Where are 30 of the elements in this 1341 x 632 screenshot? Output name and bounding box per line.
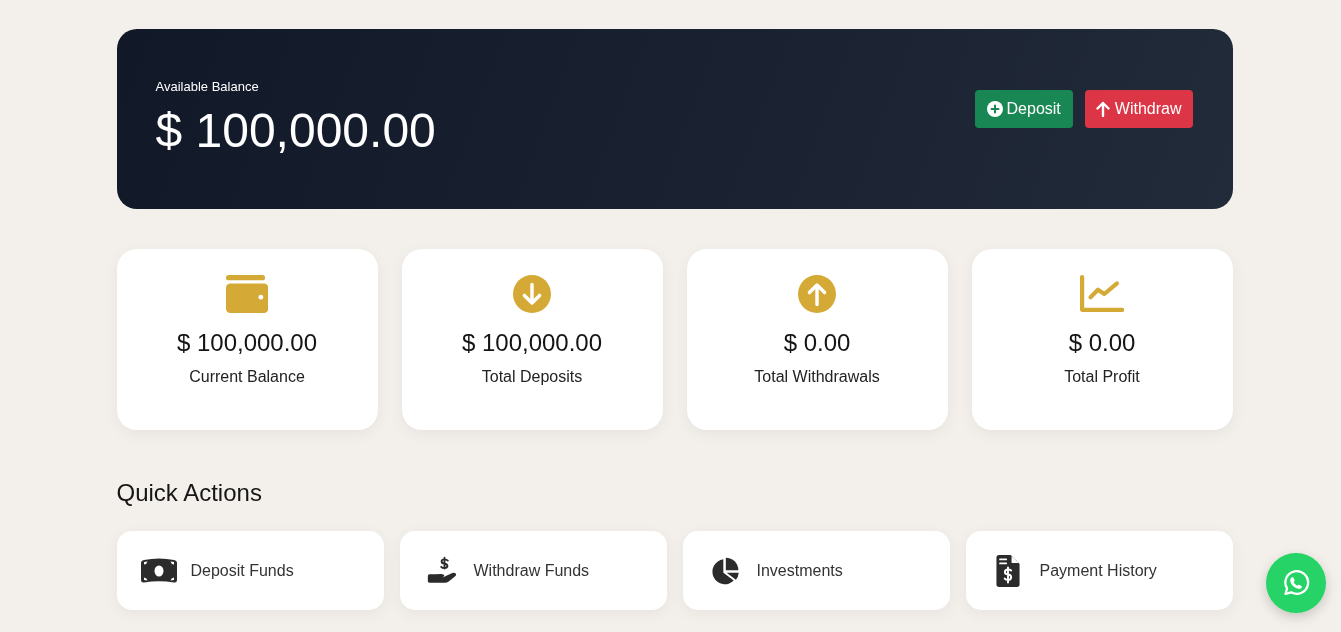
- down-arrow-circle-icon: [513, 275, 551, 313]
- line-chart-icon: [1079, 275, 1125, 313]
- stat-label: Current Balance: [189, 367, 305, 386]
- phone-bubble-icon: [1282, 569, 1310, 597]
- quick-action-label: Investments: [756, 561, 843, 580]
- stat-amount: $ 0.00: [783, 329, 851, 357]
- invoice-dollar-icon: [995, 554, 1020, 587]
- wallet-icon: [225, 275, 269, 313]
- section-title: Quick Actions: [116, 479, 263, 507]
- quick-action-label: Deposit Funds: [190, 561, 294, 580]
- quick-action-card[interactable]: Payment History: [965, 531, 1233, 610]
- withdraw-button[interactable]: Withdraw: [1084, 90, 1193, 128]
- chat-button[interactable]: [1266, 553, 1326, 613]
- quick-action-card[interactable]: Deposit Funds: [116, 531, 384, 610]
- balance-label: Available Balance: [155, 79, 260, 95]
- stat-label: Total Withdrawals: [754, 367, 880, 386]
- quick-action-label: Payment History: [1039, 561, 1157, 580]
- stat-label: Total Profit: [1064, 367, 1140, 386]
- balance-amount: $ 100,000.00: [155, 103, 436, 159]
- stat-amount: $ 100,000.00: [461, 329, 603, 357]
- plus-circle-icon: [986, 101, 1003, 117]
- quick-action-card[interactable]: Withdraw Funds: [399, 531, 667, 610]
- quick-action-card[interactable]: Investments: [682, 531, 950, 610]
- stat-amount: $ 100,000.00: [176, 329, 318, 357]
- deposit-button[interactable]: Deposit: [974, 90, 1073, 128]
- stat-label: Total Deposits: [481, 367, 583, 386]
- up-arrow-circle-icon: [798, 275, 836, 313]
- quick-action-label: Withdraw Funds: [473, 561, 590, 580]
- stat-amount: $ 0.00: [1068, 329, 1136, 357]
- up-arrow-icon: [1094, 101, 1111, 117]
